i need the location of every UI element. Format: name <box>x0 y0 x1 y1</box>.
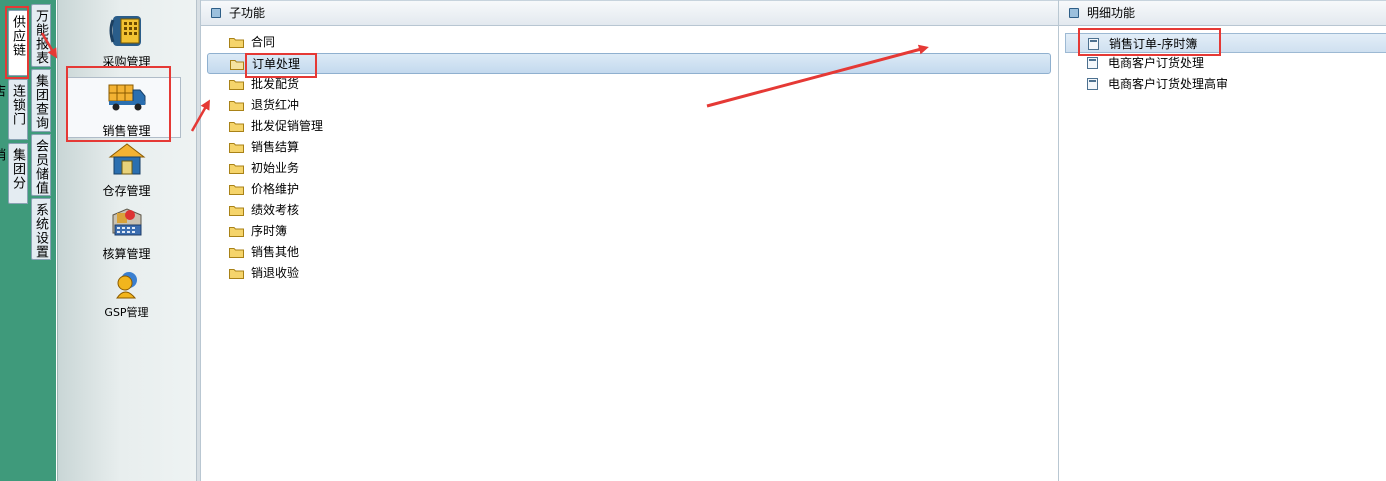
document-icon <box>1087 78 1098 90</box>
folder-icon <box>229 269 244 279</box>
folder-icon <box>229 101 244 111</box>
sub-function-header: 子功能 <box>201 0 1058 26</box>
folder-icon <box>229 206 244 216</box>
folder-icon <box>229 143 244 153</box>
sub-item-contract[interactable]: 合同 <box>207 32 1051 53</box>
detail-function-panel: 明细功能 销售订单-序时簿 电商客户订货处理 电商客户订货处理高审 <box>1058 0 1386 481</box>
purchase-icon <box>107 12 147 50</box>
module-warehouse[interactable]: 仓存管理 <box>57 142 196 199</box>
tab-supply-chain[interactable]: 供应链 <box>8 10 28 76</box>
accounting-icon <box>107 205 147 243</box>
module-label: GSP管理 <box>104 306 149 319</box>
sub-item-order-processing[interactable]: 订单处理 <box>207 53 1051 74</box>
folder-open-icon <box>230 60 244 70</box>
module-label: 销售管理 <box>102 124 151 138</box>
folder-icon <box>229 164 244 174</box>
tab-member-stored-value[interactable]: 会员储值 <box>31 134 51 196</box>
document-icon <box>1088 38 1099 50</box>
sub-item-initial-business[interactable]: 初始业务 <box>207 158 1051 179</box>
folder-icon <box>229 80 244 90</box>
sub-item-wholesale-promotion[interactable]: 批发促销管理 <box>207 116 1051 137</box>
detail-item-ecommerce-order-audit[interactable]: 电商客户订货处理高审 <box>1059 74 1386 94</box>
folder-icon <box>229 227 244 237</box>
detail-function-header: 明细功能 <box>1059 0 1386 26</box>
folder-icon <box>229 38 244 48</box>
sub-item-performance[interactable]: 绩效考核 <box>207 200 1051 221</box>
sub-item-journal[interactable]: 序时簿 <box>207 221 1051 242</box>
sub-item-return-reversal[interactable]: 退货红冲 <box>207 95 1051 116</box>
detail-item-sales-order-journal[interactable]: 销售订单-序时簿 <box>1065 33 1386 53</box>
sales-truck-icon <box>107 82 147 120</box>
header-square-icon <box>211 8 221 18</box>
module-label: 采购管理 <box>102 55 151 69</box>
folder-icon <box>229 185 244 195</box>
sub-item-price-maintenance[interactable]: 价格维护 <box>207 179 1051 200</box>
module-sales[interactable]: 销售管理 <box>57 82 196 139</box>
gsp-icon <box>107 270 147 302</box>
tab-group-distribution[interactable]: 集团分销 <box>0 143 28 204</box>
warehouse-icon <box>107 142 147 180</box>
detail-function-title: 明细功能 <box>1087 6 1136 20</box>
sub-function-title: 子功能 <box>229 6 266 20</box>
tab-system-settings[interactable]: 系统设置 <box>31 198 51 260</box>
tab-chain-stores[interactable]: 连锁门店 <box>0 79 28 140</box>
detail-item-ecommerce-order[interactable]: 电商客户订货处理 <box>1059 53 1386 73</box>
module-label: 仓存管理 <box>102 184 151 198</box>
module-gsp[interactable]: GSP管理 <box>57 270 196 320</box>
document-icon <box>1087 57 1098 69</box>
module-purchase[interactable]: 采购管理 <box>57 12 196 70</box>
tab-group-query[interactable]: 集团查询 <box>31 69 51 132</box>
sub-item-return-inspection[interactable]: 销退收验 <box>207 263 1051 284</box>
folder-icon <box>229 122 244 132</box>
sub-item-wholesale-distribution[interactable]: 批发配货 <box>207 74 1051 95</box>
sub-item-sales-settlement[interactable]: 销售结算 <box>207 137 1051 158</box>
module-label: 核算管理 <box>102 247 151 261</box>
sub-item-sales-other[interactable]: 销售其他 <box>207 242 1051 263</box>
tab-universal-reports[interactable]: 万能报表 <box>31 4 51 67</box>
module-accounting[interactable]: 核算管理 <box>57 205 196 262</box>
header-square-icon <box>1069 8 1079 18</box>
folder-icon <box>229 248 244 258</box>
